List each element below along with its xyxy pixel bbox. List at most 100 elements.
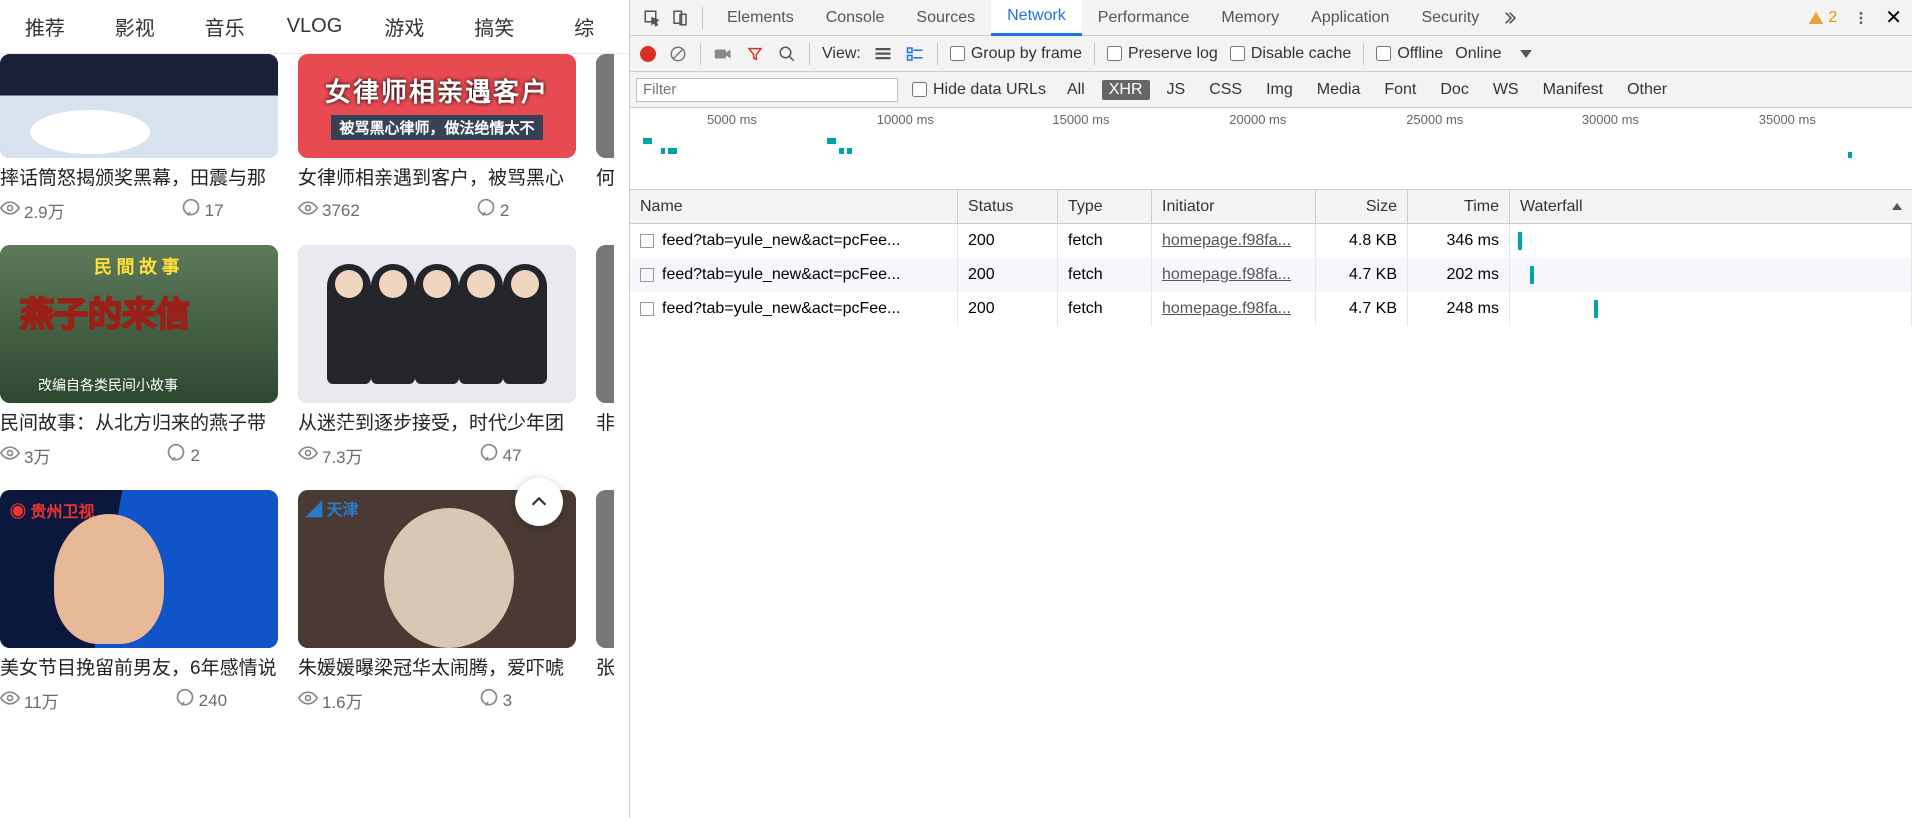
video-card[interactable]: 何 (596, 54, 614, 223)
disable-cache-checkbox[interactable]: Disable cache (1230, 45, 1352, 63)
search-icon[interactable] (777, 44, 797, 64)
devtools-tab-memory[interactable]: Memory (1205, 0, 1295, 36)
video-card[interactable]: 05:15 摔话筒怒揭颁奖黑幕，田震与那英到 2.9万 17 (0, 54, 278, 223)
large-rows-icon[interactable] (873, 44, 893, 64)
video-card[interactable]: 张 (596, 490, 614, 713)
col-time[interactable]: Time (1408, 190, 1510, 223)
eye-icon (0, 443, 20, 468)
devtools-tab-security[interactable]: Security (1405, 0, 1495, 36)
filter-type-ws[interactable]: WS (1486, 80, 1526, 100)
cell-type: fetch (1058, 258, 1152, 292)
col-name[interactable]: Name (630, 190, 958, 223)
offline-checkbox[interactable]: Offline (1376, 45, 1443, 63)
row-checkbox[interactable] (640, 234, 654, 248)
throttling-dropdown-icon[interactable] (1520, 50, 1532, 58)
row-checkbox[interactable] (640, 302, 654, 316)
request-row[interactable]: feed?tab=yule_new&act=pcFee... 200 fetch… (630, 224, 1912, 258)
filter-type-media[interactable]: Media (1310, 80, 1368, 100)
chat-icon (476, 198, 496, 223)
filter-icon[interactable] (745, 44, 765, 64)
filter-type-font[interactable]: Font (1377, 80, 1423, 100)
devtools-tab-sources[interactable]: Sources (900, 0, 991, 36)
video-thumbnail[interactable]: 民 間 故 事燕子的来信改编自各类民间小故事 10:22 (0, 245, 278, 403)
filter-type-css[interactable]: CSS (1202, 80, 1249, 100)
kebab-menu-icon[interactable] (1847, 4, 1875, 32)
cell-name: feed?tab=yule_new&act=pcFee... (630, 224, 958, 258)
cell-initiator: homepage.f98fa... (1152, 258, 1316, 292)
sort-asc-icon (1892, 203, 1902, 210)
devtools-tab-application[interactable]: Application (1295, 0, 1405, 36)
video-card[interactable]: 民 間 故 事燕子的来信改编自各类民间小故事 10:22 民间故事：从北方归来的… (0, 245, 278, 468)
nav-item[interactable]: 推荐 (0, 12, 90, 41)
category-nav: 推荐影视音乐VLOG游戏搞笑综 (0, 0, 629, 54)
devtools-tab-elements[interactable]: Elements (711, 0, 810, 36)
network-overview[interactable]: 5000 ms10000 ms15000 ms20000 ms25000 ms3… (630, 108, 1912, 190)
more-tabs-icon[interactable] (1495, 4, 1523, 32)
devtools-tab-performance[interactable]: Performance (1082, 0, 1206, 36)
video-thumbnail[interactable]: 05:15 (0, 54, 278, 158)
overview-bar (643, 138, 652, 144)
video-title: 美女节目挽留前男友，6年感情说散 (0, 656, 278, 682)
request-row[interactable]: feed?tab=yule_new&act=pcFee... 200 fetch… (630, 292, 1912, 326)
col-size[interactable]: Size (1316, 190, 1408, 223)
cell-initiator: homepage.f98fa... (1152, 224, 1316, 258)
nav-item[interactable]: 影视 (90, 12, 180, 41)
video-grid: 05:15 摔话筒怒揭颁奖黑幕，田震与那英到 2.9万 17 女律师相亲遇客户被… (0, 54, 629, 713)
warnings-badge[interactable]: 2 (1808, 9, 1837, 27)
cell-initiator: homepage.f98fa... (1152, 292, 1316, 326)
nav-item[interactable]: 综 (539, 12, 629, 41)
cell-waterfall (1510, 224, 1912, 258)
video-title: 何 (596, 166, 614, 192)
video-thumbnail[interactable] (596, 245, 614, 403)
nav-item[interactable]: 搞笑 (449, 12, 539, 41)
video-thumbnail[interactable]: 00:46 (298, 245, 576, 403)
request-row[interactable]: feed?tab=yule_new&act=pcFee... 200 fetch… (630, 258, 1912, 292)
scroll-top-button[interactable] (515, 478, 563, 526)
filter-type-all[interactable]: All (1060, 80, 1092, 100)
nav-item[interactable]: VLOG (270, 15, 360, 38)
group-by-frame-checkbox[interactable]: Group by frame (950, 45, 1082, 63)
hide-data-urls-checkbox[interactable]: Hide data URLs (912, 81, 1046, 99)
devtools-tab-console[interactable]: Console (810, 0, 901, 36)
online-status[interactable]: Online (1455, 45, 1501, 63)
video-thumbnail[interactable] (596, 490, 614, 648)
nav-item[interactable]: 音乐 (180, 12, 270, 41)
video-thumbnail[interactable]: 女律师相亲遇客户被骂黑心律师，做法绝情太不 07:35 (298, 54, 576, 158)
overview-bar (847, 148, 852, 154)
eye-icon (298, 198, 318, 223)
device-toggle-icon[interactable] (666, 4, 694, 32)
devtools-tab-network[interactable]: Network (991, 0, 1082, 36)
cell-waterfall (1510, 292, 1912, 326)
video-card[interactable]: 女律师相亲遇客户被骂黑心律师，做法绝情太不 07:35 女律师相亲遇到客户，被骂… (298, 54, 576, 223)
video-card[interactable]: ◉ 贵州卫视 14:58 美女节目挽留前男友，6年感情说散 11万 240 (0, 490, 278, 713)
col-type[interactable]: Type (1058, 190, 1152, 223)
close-devtools-icon[interactable]: ✕ (1885, 5, 1902, 30)
filter-type-other[interactable]: Other (1620, 80, 1674, 100)
col-initiator[interactable]: Initiator (1152, 190, 1316, 223)
video-thumbnail[interactable] (596, 54, 614, 158)
video-thumbnail[interactable]: ◉ 贵州卫视 14:58 (0, 490, 278, 648)
network-table-body: feed?tab=yule_new&act=pcFee... 200 fetch… (630, 224, 1912, 818)
video-card[interactable]: 00:46 从迷茫到逐步接受，时代少年团已经 7.3万 47 (298, 245, 576, 468)
clear-icon[interactable] (668, 44, 688, 64)
cell-time: 248 ms (1408, 292, 1510, 326)
col-waterfall[interactable]: Waterfall (1510, 190, 1912, 223)
overview-icon[interactable] (905, 44, 925, 64)
filter-type-doc[interactable]: Doc (1433, 80, 1475, 100)
video-card[interactable]: 非 (596, 245, 614, 468)
cell-status: 200 (958, 224, 1058, 258)
filter-type-js[interactable]: JS (1160, 80, 1193, 100)
filter-type-manifest[interactable]: Manifest (1536, 80, 1610, 100)
col-status[interactable]: Status (958, 190, 1058, 223)
row-checkbox[interactable] (640, 268, 654, 282)
comments-count: 47 (479, 443, 522, 468)
preserve-log-checkbox[interactable]: Preserve log (1107, 45, 1218, 63)
filter-type-img[interactable]: Img (1259, 80, 1300, 100)
chevron-up-icon (528, 491, 550, 513)
filter-input[interactable] (636, 78, 898, 102)
nav-item[interactable]: 游戏 (359, 12, 449, 41)
inspect-element-icon[interactable] (638, 4, 666, 32)
filter-type-xhr[interactable]: XHR (1102, 80, 1150, 100)
record-button[interactable] (640, 46, 656, 62)
camera-icon[interactable] (713, 44, 733, 64)
